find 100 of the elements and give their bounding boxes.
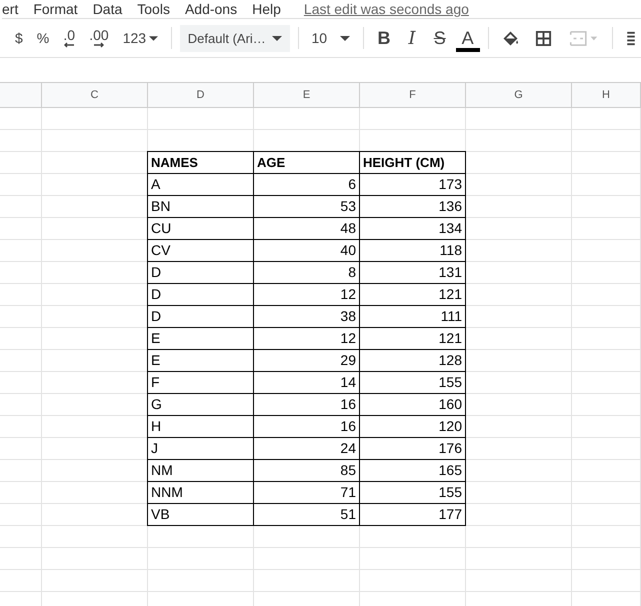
empty-cell[interactable] [466,284,572,306]
empty-cell[interactable] [572,196,641,218]
empty-cell[interactable] [466,482,572,504]
empty-cell[interactable] [42,130,148,152]
empty-cell[interactable] [466,130,572,152]
empty-cell[interactable] [0,416,42,438]
empty-cell[interactable] [0,570,42,592]
empty-cell[interactable] [360,570,466,592]
empty-cell[interactable] [0,438,42,460]
empty-cell[interactable] [572,130,641,152]
empty-cell[interactable] [0,240,42,262]
empty-cell[interactable] [360,108,466,130]
empty-cell[interactable] [572,438,641,460]
empty-cell[interactable] [466,350,572,372]
empty-cell[interactable] [466,328,572,350]
empty-cell[interactable] [148,108,254,130]
empty-cell[interactable] [42,526,148,548]
empty-cell[interactable] [572,526,641,548]
column-header[interactable]: F [360,83,466,108]
empty-cell[interactable] [572,284,641,306]
empty-cell[interactable] [466,460,572,482]
empty-cell[interactable] [0,196,42,218]
empty-cell[interactable] [148,526,254,548]
empty-cell[interactable] [572,350,641,372]
empty-cell[interactable] [572,218,641,240]
column-header[interactable]: C [42,83,148,108]
empty-cell[interactable] [466,218,572,240]
menu-item[interactable]: ert [2,1,18,17]
empty-cell[interactable] [0,350,42,372]
column-header[interactable]: H [572,83,641,108]
empty-cell[interactable] [572,504,641,526]
empty-cell[interactable] [0,328,42,350]
column-header[interactable]: E [254,83,360,108]
empty-cell[interactable] [466,240,572,262]
empty-cell[interactable] [254,548,360,570]
increase-decimal-button[interactable]: .00 [84,26,114,50]
row-header-corner[interactable] [0,83,42,108]
empty-cell[interactable] [466,394,572,416]
empty-cell[interactable] [0,174,42,196]
empty-cell[interactable] [572,548,641,570]
format-button[interactable]: $ [10,26,28,50]
empty-cell[interactable] [466,372,572,394]
empty-cell[interactable] [572,306,641,328]
empty-cell[interactable] [572,482,641,504]
empty-cell[interactable] [360,526,466,548]
empty-cell[interactable] [254,526,360,548]
text-color-button[interactable]: A [456,24,480,52]
empty-cell[interactable] [0,218,42,240]
number-format-dropdown[interactable]: 123 [118,26,164,50]
empty-cell[interactable] [466,108,572,130]
empty-cell[interactable] [466,504,572,526]
empty-cell[interactable] [0,548,42,570]
empty-cell[interactable] [572,152,641,174]
empty-cell[interactable] [466,570,572,592]
format-button[interactable]: % [32,26,54,50]
bold-button[interactable]: B [372,24,396,52]
empty-cell[interactable] [572,174,641,196]
empty-cell[interactable] [572,416,641,438]
empty-cell[interactable] [0,306,42,328]
menu-item[interactable]: Add-ons [184,1,238,17]
font-dropdown[interactable]: Default (Ari… [180,24,290,52]
empty-cell[interactable] [42,570,148,592]
empty-cell[interactable] [0,284,42,306]
empty-cell[interactable] [148,548,254,570]
empty-cell[interactable] [0,526,42,548]
empty-cell[interactable] [254,108,360,130]
empty-cell[interactable] [466,548,572,570]
menu-item[interactable]: Tools [137,1,170,17]
menu-item[interactable]: Format [33,1,78,17]
empty-cell[interactable] [572,262,641,284]
empty-cell[interactable] [0,108,42,130]
empty-cell[interactable] [0,130,42,152]
empty-cell[interactable] [254,570,360,592]
font-size-dropdown[interactable]: 10 [306,26,356,50]
empty-cell[interactable] [0,372,42,394]
empty-cell[interactable] [572,394,641,416]
empty-cell[interactable] [0,482,42,504]
empty-cell[interactable] [0,152,42,174]
empty-cell[interactable] [466,262,572,284]
empty-cell[interactable] [466,152,572,174]
empty-cell[interactable] [0,394,42,416]
empty-cell[interactable] [572,108,641,130]
empty-cell[interactable] [360,548,466,570]
empty-cell[interactable] [572,372,641,394]
empty-cell[interactable] [572,570,641,592]
empty-cell[interactable] [42,108,148,130]
empty-cell[interactable] [466,306,572,328]
column-header[interactable]: G [466,83,572,108]
empty-cell[interactable] [466,196,572,218]
menu-item[interactable]: Help [252,1,281,17]
empty-cell[interactable] [0,504,42,526]
menu-item[interactable]: Data [92,1,122,17]
empty-cell[interactable] [466,174,572,196]
empty-cell[interactable] [0,262,42,284]
empty-cell[interactable] [466,416,572,438]
empty-cell[interactable] [572,328,641,350]
empty-cell[interactable] [466,526,572,548]
column-header[interactable]: D [148,83,254,108]
empty-cell[interactable] [0,460,42,482]
empty-cell[interactable] [42,548,148,570]
